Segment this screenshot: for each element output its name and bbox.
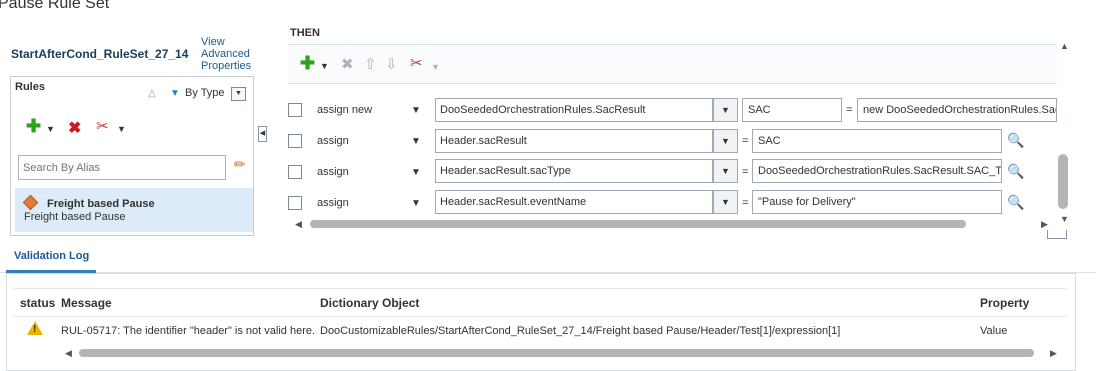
eraser-icon[interactable]: ✏: [234, 156, 246, 173]
value-input[interactable]: "Pause for Delivery": [752, 190, 1002, 214]
search-icon[interactable]: 🔍: [1007, 163, 1024, 180]
then-vertical-scrollbar[interactable]: [1058, 154, 1068, 209]
collapse-panel-icon[interactable]: ◀: [258, 126, 267, 142]
row-checkbox[interactable]: [288, 103, 302, 117]
action-chevron-down-icon[interactable]: ▼: [411, 105, 421, 116]
ruleset-name: StartAfterCond_RuleSet_27_14: [11, 47, 189, 61]
action-chevron-down-icon[interactable]: ▼: [411, 167, 421, 178]
sort-descending-icon[interactable]: ▼: [170, 88, 180, 99]
row-action: assign: [317, 166, 349, 178]
log-horizontal-scrollbar[interactable]: [79, 349, 1034, 357]
sort-dropdown-button[interactable]: ▼: [231, 87, 246, 101]
value-input[interactable]: SAC: [752, 129, 1002, 153]
page-title: Pause Rule Set: [0, 0, 110, 12]
link-line-2[interactable]: Advanced: [201, 48, 251, 60]
header-top-border: [14, 288, 1066, 289]
add-action-icon[interactable]: ✚: [300, 53, 315, 74]
row-checkbox[interactable]: [288, 165, 302, 179]
target-select[interactable]: Header.sacResult: [435, 129, 713, 153]
value-input[interactable]: DooSeededOrchestrationRules.SacResult.SA…: [752, 159, 1002, 183]
target-select[interactable]: Header.sacResult.sacType: [435, 159, 713, 183]
rules-label: Rules: [15, 81, 45, 93]
tab-validation-log[interactable]: Validation Log: [14, 250, 89, 262]
cut-action-icon[interactable]: ✂: [410, 54, 423, 72]
link-line-3[interactable]: Properties: [201, 60, 251, 72]
equals-sign: =: [846, 104, 853, 116]
target-select[interactable]: Header.sacResult.eventName: [435, 190, 713, 214]
then-horizontal-scrollbar[interactable]: [310, 220, 966, 228]
scroll-up-icon[interactable]: ▲: [1060, 41, 1069, 51]
action-chevron-down-icon[interactable]: ▼: [411, 198, 421, 209]
rule-description: Freight based Pause: [24, 211, 126, 223]
then-label: THEN: [290, 27, 320, 37]
move-down-icon[interactable]: ⇩: [385, 55, 398, 73]
equals-sign: =: [742, 197, 749, 209]
delete-icon[interactable]: ✖: [68, 118, 81, 138]
delete-action-icon[interactable]: ✖: [341, 55, 354, 73]
value-input[interactable]: new DooSeededOrchestrationRules.SacResul…: [857, 98, 1057, 122]
search-icon[interactable]: 🔍: [1007, 132, 1024, 149]
equals-sign: =: [742, 166, 749, 178]
target-select[interactable]: DooSeededOrchestrationRules.SacResult: [435, 98, 713, 122]
log-dictionary-object: DooCustomizableRules/StartAfterCond_Rule…: [320, 325, 841, 337]
log-property: Value: [980, 325, 1008, 337]
resize-handle[interactable]: [1047, 230, 1067, 239]
add-menu-chevron-down-icon[interactable]: ▼: [46, 124, 55, 134]
rule-name[interactable]: Freight based Pause: [47, 198, 155, 210]
scroll-down-icon[interactable]: ▼: [1060, 214, 1069, 224]
log-message: RUL-05717: The identifier "header" is no…: [61, 325, 316, 337]
add-action-chevron-down-icon[interactable]: ▼: [320, 61, 329, 71]
cut-icon[interactable]: ✂: [96, 117, 109, 135]
equals-sign: =: [742, 135, 749, 147]
row-checkbox[interactable]: [288, 196, 302, 210]
link-line-1[interactable]: View: [201, 36, 251, 48]
rule-list-item[interactable]: [15, 188, 253, 232]
column-header-dictionary-object[interactable]: Dictionary Object: [320, 296, 419, 310]
alias-input[interactable]: SAC: [742, 98, 842, 122]
column-header-property[interactable]: Property: [980, 296, 1029, 310]
row-action: assign: [317, 197, 349, 209]
search-icon[interactable]: 🔍: [1007, 194, 1024, 211]
then-toolbar: [288, 44, 1057, 84]
sort-ascending-icon[interactable]: △: [148, 88, 156, 99]
row-action: assign new: [317, 104, 373, 116]
target-dropdown-button[interactable]: ▼: [713, 98, 738, 122]
row-checkbox[interactable]: [288, 134, 302, 148]
target-dropdown-button[interactable]: ▼: [713, 129, 738, 153]
scroll-left-icon[interactable]: ◀: [295, 219, 302, 230]
column-header-message[interactable]: Message: [61, 296, 112, 310]
row-action: assign: [317, 135, 349, 147]
column-header-status[interactable]: status: [20, 296, 55, 310]
action-chevron-down-icon[interactable]: ▼: [411, 136, 421, 147]
target-dropdown-button[interactable]: ▼: [713, 190, 738, 214]
log-scroll-left-icon[interactable]: ◀: [65, 348, 72, 359]
add-icon[interactable]: ✚: [26, 116, 41, 137]
log-scroll-right-icon[interactable]: ▶: [1050, 348, 1057, 359]
header-bottom-border: [14, 316, 1066, 317]
view-advanced-properties-link[interactable]: View Advanced Properties: [201, 36, 251, 72]
move-up-icon[interactable]: ⇧: [364, 55, 377, 73]
scroll-right-icon[interactable]: ▶: [1041, 219, 1048, 230]
sort-by-type-label: By Type: [185, 87, 225, 99]
warning-mark: !: [33, 324, 37, 335]
cut-menu-chevron-down-icon[interactable]: ▼: [117, 124, 126, 134]
cut-action-chevron-down-icon[interactable]: ▼: [431, 62, 440, 72]
target-dropdown-button[interactable]: ▼: [713, 159, 738, 183]
search-by-alias-input[interactable]: [18, 155, 226, 180]
